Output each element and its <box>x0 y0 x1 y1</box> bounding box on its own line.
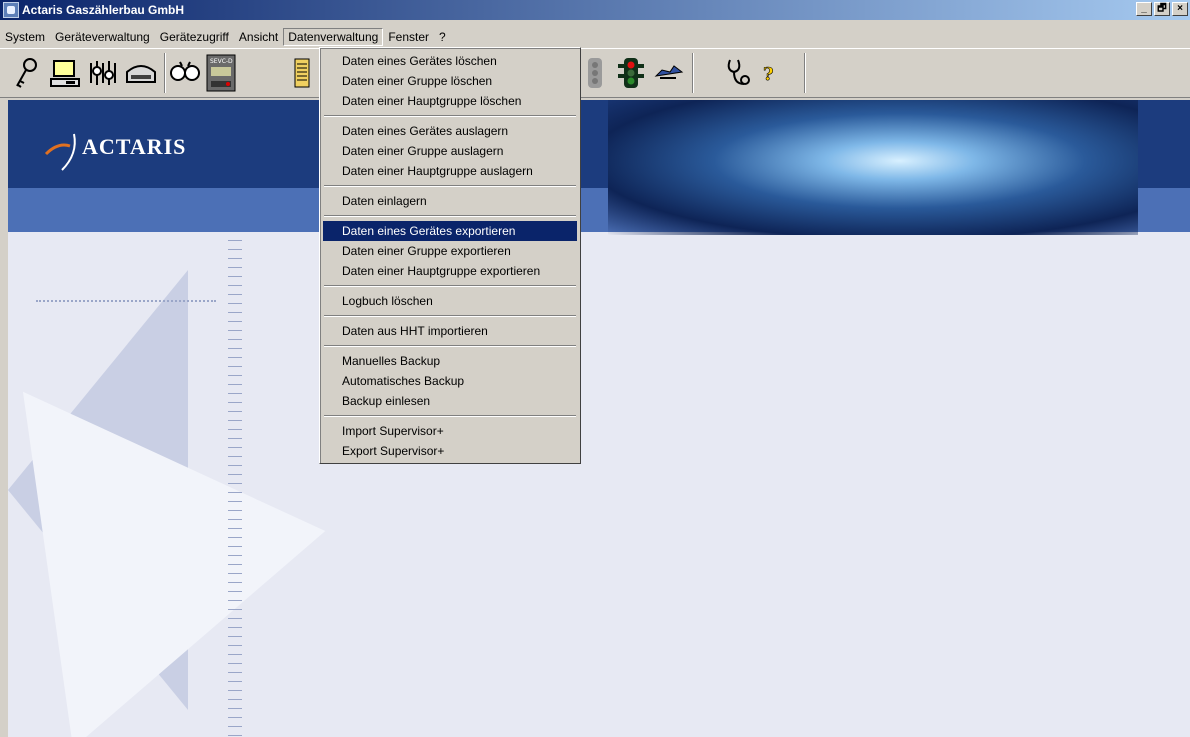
menuitem-import-hht[interactable]: Daten aus HHT importieren <box>323 321 577 341</box>
ruler-decoration <box>228 240 242 737</box>
toolbar-separator <box>804 53 806 93</box>
menuitem-restore-data[interactable]: Daten einlagern <box>323 191 577 211</box>
menuitem-archive-group-data[interactable]: Daten einer Gruppe auslagern <box>323 141 577 161</box>
menu-ansicht[interactable]: Ansicht <box>234 28 283 46</box>
menu-separator <box>324 285 576 287</box>
window-title: Actaris Gaszählerbau GmbH <box>22 3 185 17</box>
window-controls: _ 🗗 × <box>1134 2 1188 16</box>
menuitem-export-group-data[interactable]: Daten einer Gruppe exportieren <box>323 241 577 261</box>
menuitem-delete-device-data[interactable]: Daten eines Gerätes löschen <box>323 51 577 71</box>
toolbar-separator <box>164 53 166 93</box>
toolbar: SEVC-D ? <box>0 48 1190 98</box>
menu-system[interactable]: System <box>0 28 50 46</box>
menuitem-delete-logbook[interactable]: Logbuch löschen <box>323 291 577 311</box>
datenverwaltung-dropdown: Daten eines Gerätes löschen Daten einer … <box>319 47 581 464</box>
menu-geraetezugriff[interactable]: Gerätezugriff <box>155 28 234 46</box>
menuitem-delete-maingroup-data[interactable]: Daten einer Hauptgruppe löschen <box>323 91 577 111</box>
menuitem-archive-maingroup-data[interactable]: Daten einer Hauptgruppe auslagern <box>323 161 577 181</box>
menu-fenster[interactable]: Fenster <box>383 28 434 46</box>
traffic-light-red-icon[interactable] <box>614 55 648 91</box>
modem-icon[interactable] <box>124 55 158 91</box>
menuitem-load-backup[interactable]: Backup einlesen <box>323 391 577 411</box>
menuitem-import-supervisor[interactable]: Import Supervisor+ <box>323 421 577 441</box>
menu-bar: System Geräteverwaltung Gerätezugriff An… <box>0 27 451 47</box>
menuitem-export-device-data[interactable]: Daten eines Gerätes exportieren <box>323 221 577 241</box>
app-icon[interactable] <box>3 2 19 18</box>
title-bar: Actaris Gaszählerbau GmbH _ 🗗 × <box>0 0 1190 20</box>
airplane-icon[interactable] <box>652 55 686 91</box>
menuitem-export-supervisor[interactable]: Export Supervisor+ <box>323 441 577 461</box>
key-icon[interactable] <box>10 55 44 91</box>
menu-separator <box>324 415 576 417</box>
svg-text:?: ? <box>763 64 774 85</box>
menuitem-delete-group-data[interactable]: Daten einer Gruppe löschen <box>323 71 577 91</box>
menu-separator <box>324 345 576 347</box>
menu-separator <box>324 315 576 317</box>
menu-separator <box>324 185 576 187</box>
restore-button[interactable]: 🗗 <box>1154 2 1170 16</box>
minimize-button[interactable]: _ <box>1136 2 1152 16</box>
actaris-logo: ACTARIS <box>82 134 187 159</box>
toolbar-separator <box>692 53 694 93</box>
dotted-line <box>36 300 216 302</box>
computer-icon[interactable] <box>48 55 82 91</box>
menu-separator <box>324 115 576 117</box>
menu-help[interactable]: ? <box>434 28 451 46</box>
menuitem-automatic-backup[interactable]: Automatisches Backup <box>323 371 577 391</box>
stethoscope-icon[interactable] <box>720 55 754 91</box>
gas-flame-image <box>608 100 1138 235</box>
menuitem-archive-device-data[interactable]: Daten eines Gerätes auslagern <box>323 121 577 141</box>
mdi-workspace: ACTARIS <box>8 100 1190 737</box>
glasses-icon[interactable] <box>168 55 202 91</box>
help-icon[interactable]: ? <box>752 55 786 91</box>
menuitem-manual-backup[interactable]: Manuelles Backup <box>323 351 577 371</box>
menu-geraeteverwaltung[interactable]: Geräteverwaltung <box>50 28 155 46</box>
svg-text:SEVC-D: SEVC-D <box>210 58 233 65</box>
menuitem-export-maingroup-data[interactable]: Daten einer Hauptgruppe exportieren <box>323 261 577 281</box>
menu-datenverwaltung[interactable]: Datenverwaltung <box>283 28 384 46</box>
hardware-icon[interactable] <box>86 55 120 91</box>
document-icon[interactable] <box>286 55 320 91</box>
logo-swoosh-icon <box>44 133 76 171</box>
menu-separator <box>324 215 576 217</box>
background-triangle-light <box>22 352 351 737</box>
close-button[interactable]: × <box>1172 2 1188 16</box>
traffic-light-icon[interactable] <box>578 55 612 91</box>
display-icon[interactable]: SEVC-D <box>204 54 238 92</box>
